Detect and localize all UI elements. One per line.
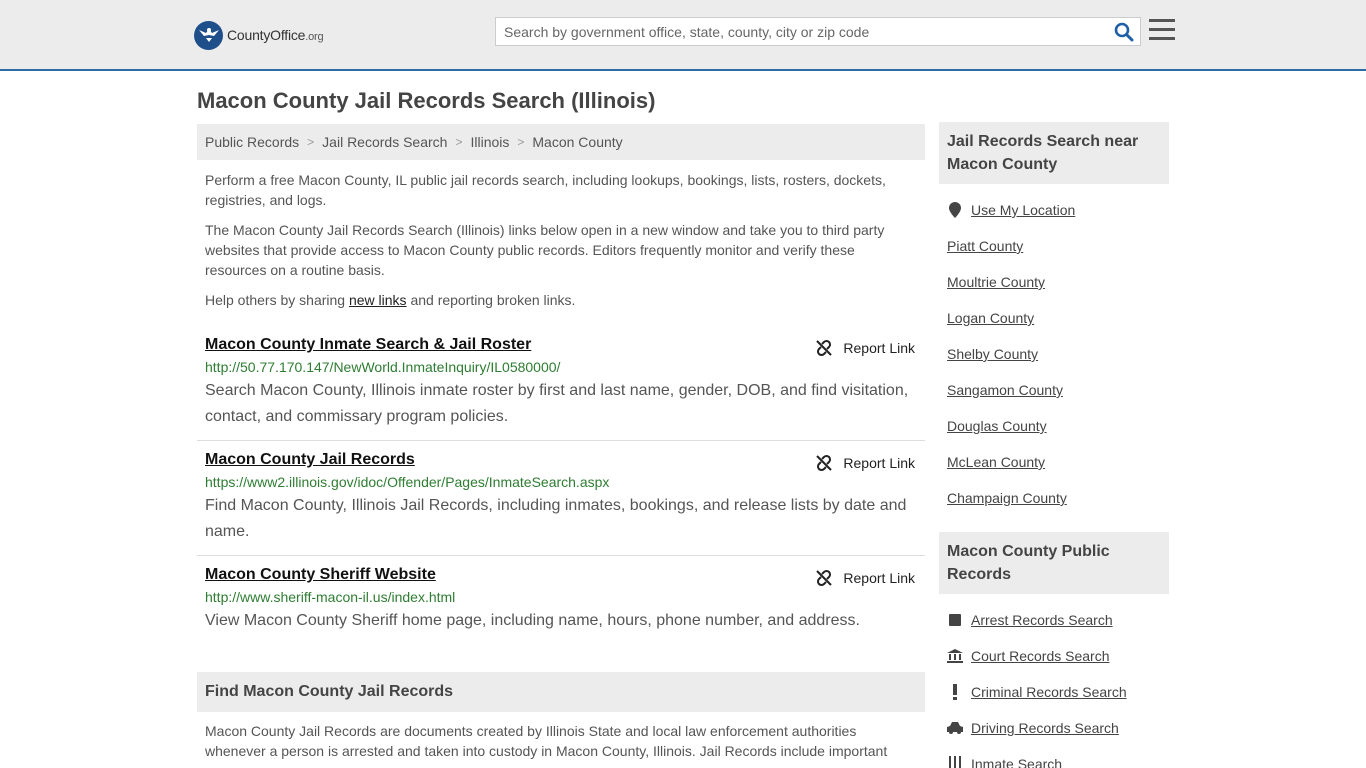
new-links-link[interactable]: new links (349, 292, 407, 308)
page-title: Macon County Jail Records Search (Illino… (197, 88, 656, 113)
breadcrumb-illinois[interactable]: Illinois (470, 134, 509, 150)
search-input[interactable] (496, 18, 1096, 45)
public-records-heading: Macon County Public Records (939, 532, 1169, 594)
search-icon[interactable] (1114, 22, 1134, 42)
nearby-county-link[interactable]: Sangamon County (947, 382, 1063, 398)
exclamation-icon (947, 684, 963, 700)
site-logo[interactable]: CountyOffice.org (194, 20, 324, 50)
result-item: Macon County Inmate Search & Jail Roster… (197, 326, 925, 441)
list-item: Driving Records Search (947, 710, 1161, 746)
report-link-button[interactable]: Report Link (815, 569, 915, 587)
nearby-county-link[interactable]: Champaign County (947, 490, 1067, 506)
list-item: Inmate Search (947, 746, 1161, 768)
nearby-county-link[interactable]: Logan County (947, 310, 1034, 326)
nearby-heading: Jail Records Search near Macon County (939, 122, 1169, 184)
result-description: Search Macon County, Illinois inmate ros… (205, 382, 909, 425)
list-item: Moultrie County (947, 264, 1161, 300)
intro-paragraph: Perform a free Macon County, IL public j… (205, 172, 886, 208)
find-records-heading: Find Macon County Jail Records (197, 672, 925, 712)
breadcrumb: Public Records > Jail Records Search > I… (197, 124, 925, 160)
nearby-county-link[interactable]: Douglas County (947, 418, 1047, 434)
courthouse-icon (947, 648, 963, 664)
result-description: View Macon County Sheriff home page, inc… (205, 612, 860, 629)
search-bar (495, 17, 1141, 46)
result-item: Macon County Jail Records Report Link ht… (197, 441, 925, 556)
public-records-list: Arrest Records Search Court Records Sear… (939, 594, 1169, 768)
result-title-link[interactable]: Macon County Inmate Search & Jail Roster (205, 336, 531, 354)
breadcrumb-jail-records-search[interactable]: Jail Records Search (322, 134, 447, 150)
list-item: Douglas County (947, 408, 1161, 444)
report-link-button[interactable]: Report Link (815, 339, 915, 357)
result-title-link[interactable]: Macon County Sheriff Website (205, 566, 436, 584)
list-item: Sangamon County (947, 372, 1161, 408)
list-item: Logan County (947, 300, 1161, 336)
nearby-list: Use My Location Piatt County Moultrie Co… (939, 184, 1169, 526)
nearby-county-link[interactable]: McLean County (947, 454, 1045, 470)
list-item: McLean County (947, 444, 1161, 480)
intro-paragraph: The Macon County Jail Records Search (Il… (205, 222, 885, 278)
list-item: Arrest Records Search (947, 602, 1161, 638)
criminal-records-link[interactable]: Criminal Records Search (971, 684, 1127, 700)
hamburger-menu-icon[interactable] (1149, 19, 1175, 43)
inmate-search-link[interactable]: Inmate Search (971, 756, 1062, 768)
arrest-records-link[interactable]: Arrest Records Search (971, 612, 1113, 628)
main-content: Public Records > Jail Records Search > I… (197, 124, 925, 761)
breadcrumb-separator-icon: > (307, 135, 315, 149)
intro-text: Perform a free Macon County, IL public j… (197, 170, 925, 310)
list-item: Champaign County (947, 480, 1161, 516)
list-item: Piatt County (947, 228, 1161, 264)
report-link-button[interactable]: Report Link (815, 454, 915, 472)
use-my-location-link[interactable]: Use My Location (971, 202, 1075, 218)
list-item: Court Records Search (947, 638, 1161, 674)
use-location-item: Use My Location (947, 192, 1161, 228)
square-icon (947, 612, 963, 628)
list-item: Shelby County (947, 336, 1161, 372)
breadcrumb-separator-icon: > (455, 135, 463, 149)
nearby-county-link[interactable]: Shelby County (947, 346, 1038, 362)
breadcrumb-macon-county[interactable]: Macon County (532, 134, 622, 150)
result-url: http://www.sheriff-macon-il.us/index.htm… (205, 589, 456, 605)
sidebar: Jail Records Search near Macon County Us… (939, 122, 1169, 768)
nearby-county-link[interactable]: Moultrie County (947, 274, 1045, 290)
breadcrumb-public-records[interactable]: Public Records (205, 134, 299, 150)
breadcrumb-separator-icon: > (517, 135, 525, 149)
site-header: CountyOffice.org (0, 0, 1366, 71)
result-description: Find Macon County, Illinois Jail Records… (205, 497, 907, 540)
car-icon (947, 720, 963, 736)
broken-link-icon (816, 339, 833, 357)
list-item: Criminal Records Search (947, 674, 1161, 710)
inmate-icon (947, 756, 963, 768)
map-pin-icon (947, 202, 963, 218)
result-item: Macon County Sheriff Website Report Link… (197, 556, 925, 644)
result-title-link[interactable]: Macon County Jail Records (205, 451, 415, 469)
broken-link-icon (816, 569, 833, 587)
court-records-link[interactable]: Court Records Search (971, 648, 1110, 664)
driving-records-link[interactable]: Driving Records Search (971, 720, 1119, 736)
broken-link-icon (816, 454, 833, 472)
result-url: https://www2.illinois.gov/idoc/Offender/… (205, 474, 610, 490)
results-list: Macon County Inmate Search & Jail Roster… (197, 326, 925, 644)
eagle-seal-icon (194, 20, 223, 50)
result-url: http://50.77.170.147/NewWorld.InmateInqu… (205, 359, 561, 375)
nearby-county-link[interactable]: Piatt County (947, 238, 1023, 254)
find-records-text: Macon County Jail Records are documents … (205, 723, 888, 759)
share-links-paragraph: Help others by sharing new links and rep… (205, 292, 576, 308)
logo-wordmark: CountyOffice.org (227, 27, 324, 43)
